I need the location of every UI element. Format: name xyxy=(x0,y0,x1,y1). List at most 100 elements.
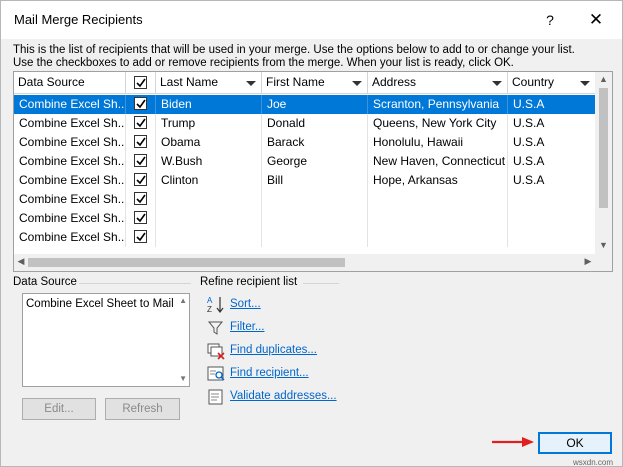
row-first-cell: Donald xyxy=(262,114,368,133)
checkmark-icon xyxy=(136,78,146,88)
row-include-checkbox[interactable] xyxy=(134,154,147,167)
check-all-checkbox[interactable] xyxy=(134,76,147,89)
scroll-down-icon[interactable]: ▼ xyxy=(598,240,609,252)
row-include-checkbox[interactable] xyxy=(134,116,147,129)
filter-link[interactable]: Filter... xyxy=(230,321,265,333)
row-source-cell: Combine Excel Sh... xyxy=(14,152,126,171)
intro-line-1: This is the list of recipients that will… xyxy=(13,44,575,56)
row-last-cell: Biden xyxy=(156,95,262,114)
chevron-down-icon[interactable] xyxy=(246,81,256,86)
row-last-cell: W.Bush xyxy=(156,152,262,171)
row-first-cell: Joe xyxy=(262,95,368,114)
find-recipient-link[interactable]: Find recipient... xyxy=(230,367,309,379)
scroll-left-icon[interactable]: ◀ xyxy=(15,256,27,268)
scroll-down-icon[interactable]: ▼ xyxy=(179,374,187,383)
horizontal-scroll-thumb[interactable] xyxy=(28,258,345,267)
scroll-up-icon[interactable]: ▲ xyxy=(598,74,609,86)
row-first-cell: George xyxy=(262,152,368,171)
row-include-checkbox[interactable] xyxy=(134,135,147,148)
horizontal-scrollbar[interactable]: ◀ ▶ xyxy=(14,254,597,271)
row-source-cell: Combine Excel Sh... xyxy=(14,171,126,190)
row-address-cell: Honolulu, Hawaii xyxy=(368,133,508,152)
vertical-scroll-thumb[interactable] xyxy=(599,88,608,208)
table-row[interactable]: Combine Excel Sh... Trump Donald Queens, Ne… xyxy=(14,114,596,133)
row-last-cell xyxy=(156,228,262,247)
header-last-name[interactable]: Last Name xyxy=(156,72,262,94)
watermark: wsxdn.com xyxy=(573,458,614,467)
row-address-cell: Hope, Arkansas xyxy=(368,171,508,190)
chevron-down-icon[interactable] xyxy=(352,81,362,86)
row-country-cell: U.S.A xyxy=(508,152,596,171)
row-source-cell: Combine Excel Sh... xyxy=(14,95,126,114)
recipients-grid[interactable]: Data Source Last Name First Name Address… xyxy=(13,71,613,272)
svg-text:Z: Z xyxy=(207,305,212,314)
refresh-button[interactable]: Refresh xyxy=(105,398,180,420)
row-include-cell xyxy=(126,133,156,152)
table-row[interactable]: Combine Excel Sh... xyxy=(14,209,596,228)
checkmark-icon xyxy=(136,137,146,147)
header-address-label: Address xyxy=(372,75,417,89)
table-row[interactable]: Combine Excel Sh... Biden Joe Scranton, Pen… xyxy=(14,95,596,114)
sort-link[interactable]: Sort... xyxy=(230,298,261,310)
scroll-corner xyxy=(595,254,612,271)
row-last-cell: Clinton xyxy=(156,171,262,190)
table-row[interactable]: Combine Excel Sh... W.Bush George New Haven… xyxy=(14,152,596,171)
header-data-source-label: Data Source xyxy=(18,75,85,89)
vertical-scrollbar[interactable]: ▲ ▼ xyxy=(595,72,612,255)
header-data-source[interactable]: Data Source xyxy=(14,72,126,94)
data-source-list[interactable]: Combine Excel Sheet to Mail ▲ ▼ xyxy=(22,293,190,387)
validate-addresses-link[interactable]: Validate addresses... xyxy=(230,390,337,402)
ok-button[interactable]: OK xyxy=(538,432,612,454)
row-source-cell: Combine Excel Sh... xyxy=(14,209,126,228)
header-first-name[interactable]: First Name xyxy=(262,72,368,94)
row-last-cell: Obama xyxy=(156,133,262,152)
table-row[interactable]: Combine Excel Sh... xyxy=(14,228,596,247)
scroll-right-icon[interactable]: ▶ xyxy=(582,256,594,268)
intro-text: This is the list of recipients that will… xyxy=(13,44,613,70)
help-button[interactable]: ? xyxy=(539,10,561,30)
find-duplicates-link[interactable]: Find duplicates... xyxy=(230,344,317,356)
row-address-cell: Scranton, Pennsylvania xyxy=(368,95,508,114)
scroll-up-icon[interactable]: ▲ xyxy=(179,296,187,305)
row-country-cell xyxy=(508,190,596,209)
row-country-cell: U.S.A xyxy=(508,95,596,114)
data-source-group-label: Data Source xyxy=(13,276,77,288)
row-include-checkbox[interactable] xyxy=(134,192,147,205)
chevron-down-icon[interactable] xyxy=(580,81,590,86)
header-address[interactable]: Address xyxy=(368,72,508,94)
checkmark-icon xyxy=(136,99,146,109)
filter-icon xyxy=(207,321,224,335)
row-address-cell: New Haven, Connecticut xyxy=(368,152,508,171)
row-country-cell: U.S.A xyxy=(508,133,596,152)
row-country-cell xyxy=(508,209,596,228)
row-country-cell: U.S.A xyxy=(508,171,596,190)
edit-button[interactable]: Edit... xyxy=(22,398,96,420)
row-include-cell xyxy=(126,152,156,171)
row-source-cell: Combine Excel Sh... xyxy=(14,190,126,209)
close-button[interactable]: ✕ xyxy=(585,10,607,30)
row-include-checkbox[interactable] xyxy=(134,97,147,110)
row-last-cell xyxy=(156,190,262,209)
table-row[interactable]: Combine Excel Sh... xyxy=(14,190,596,209)
checkmark-icon xyxy=(136,175,146,185)
table-row[interactable]: Combine Excel Sh... Clinton Bill Hope, Arka… xyxy=(14,171,596,190)
row-address-cell xyxy=(368,190,508,209)
row-include-checkbox[interactable] xyxy=(134,230,147,243)
find-duplicates-icon xyxy=(207,343,225,360)
row-first-cell xyxy=(262,190,368,209)
row-include-checkbox[interactable] xyxy=(134,173,147,186)
refine-group-label: Refine recipient list xyxy=(200,276,298,288)
header-country[interactable]: Country xyxy=(508,72,596,94)
row-include-cell xyxy=(126,209,156,228)
row-source-cell: Combine Excel Sh... xyxy=(14,133,126,152)
header-check-all[interactable] xyxy=(126,72,156,94)
data-source-list-item[interactable]: Combine Excel Sheet to Mail xyxy=(26,298,186,310)
row-first-cell xyxy=(262,209,368,228)
row-last-cell: Trump xyxy=(156,114,262,133)
group-divider xyxy=(79,283,191,284)
row-include-checkbox[interactable] xyxy=(134,211,147,224)
table-row[interactable]: Combine Excel Sh... Obama Barack Honolulu, … xyxy=(14,133,596,152)
dialog-title: Mail Merge Recipients xyxy=(14,12,143,27)
find-recipient-icon xyxy=(207,366,225,381)
chevron-down-icon[interactable] xyxy=(492,81,502,86)
